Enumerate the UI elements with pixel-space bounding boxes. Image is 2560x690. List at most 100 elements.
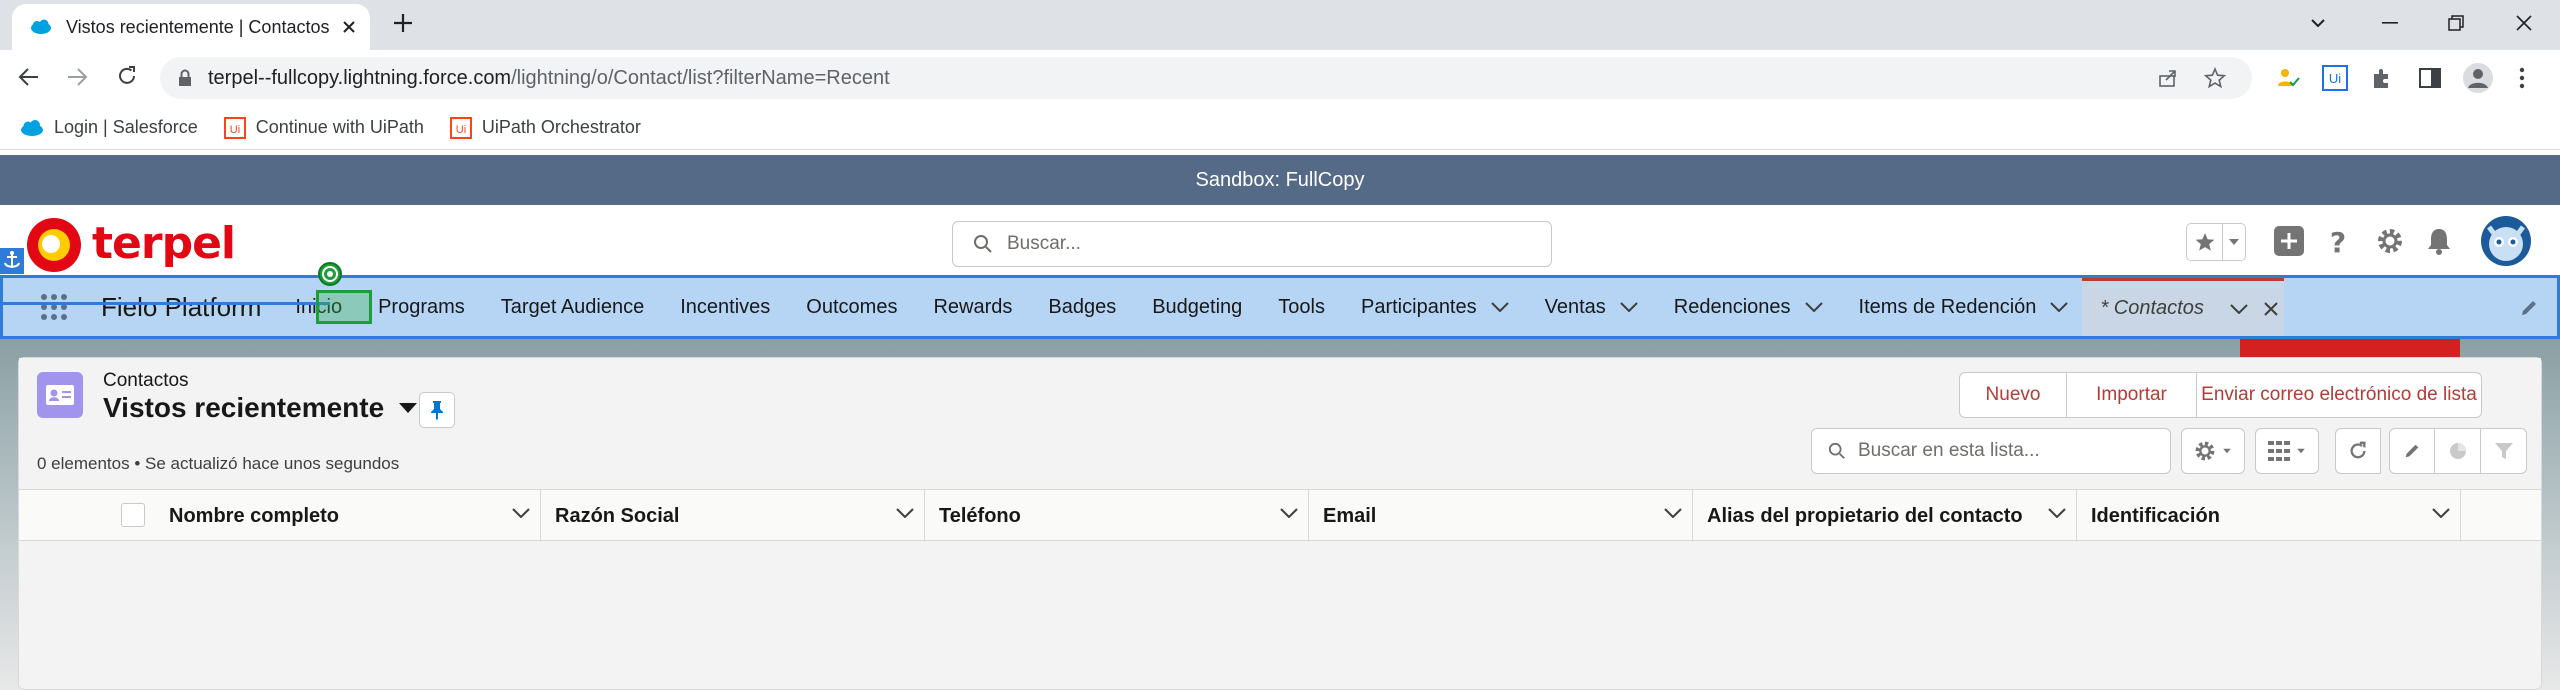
forward-arrow-icon[interactable] <box>66 66 88 88</box>
favorites-star-icon[interactable] <box>2187 224 2223 260</box>
profile-avatar-icon[interactable] <box>2462 62 2494 94</box>
list-view-name: Vistos recientemente <box>103 392 385 423</box>
column-header-razon-social[interactable]: Razón Social <box>541 490 925 542</box>
url-text: terpel--fullcopy.lightning.force.com/lig… <box>208 67 890 90</box>
chevron-down-icon[interactable] <box>2048 508 2066 518</box>
search-placeholder: Buscar... <box>1007 233 1081 254</box>
close-tab-icon[interactable] <box>342 20 356 34</box>
caret-down-icon[interactable] <box>398 402 418 414</box>
column-header-identificacion[interactable]: Identificación <box>2077 490 2461 542</box>
nav-item-label: Incentives <box>680 295 771 318</box>
column-header-nombre-completo[interactable]: Nombre completo <box>155 490 541 542</box>
chevron-down-icon[interactable] <box>896 508 914 518</box>
nav-item-items-de-redencion[interactable]: Items de Redención <box>1859 296 2069 319</box>
gear-icon <box>2194 440 2216 462</box>
nav-item-incentives[interactable]: Incentives <box>680 296 770 319</box>
new-tab-icon[interactable] <box>392 12 414 34</box>
filter-button[interactable] <box>2481 428 2527 474</box>
charts-button[interactable] <box>2435 428 2481 474</box>
table-icon <box>2268 441 2290 461</box>
import-button[interactable]: Importar <box>2067 372 2197 418</box>
logo-text: terpel <box>92 217 236 269</box>
inline-edit-button[interactable] <box>2389 428 2435 474</box>
display-as-button[interactable] <box>2255 428 2319 474</box>
nav-item-label: Outcomes <box>806 295 898 318</box>
list-search-input[interactable]: Buscar en esta lista... <box>1811 428 2171 474</box>
chevron-down-icon[interactable] <box>1280 508 1298 518</box>
app-launcher-icon[interactable] <box>39 292 69 322</box>
address-bar[interactable]: terpel--fullcopy.lightning.force.com/lig… <box>160 57 2252 99</box>
app-navigation-bar: Fielo Platform Inicio Programs Target Au… <box>0 275 2560 339</box>
help-icon[interactable]: ? <box>2328 226 2348 256</box>
favorites-button[interactable] <box>2186 223 2246 261</box>
salesforce-cloud-icon <box>20 119 44 136</box>
terpel-logo[interactable]: terpel <box>24 211 324 275</box>
tab-title: Vistos recientemente | Contactos <box>66 16 330 37</box>
column-header-telefono[interactable]: Teléfono <box>925 490 1309 542</box>
bookmark-continue-uipath[interactable]: Ui Continue with UiPath <box>223 116 424 139</box>
browser-tab[interactable]: Vistos recientemente | Contactos <box>12 4 370 50</box>
nav-item-programs[interactable]: Programs <box>378 296 465 319</box>
select-all-checkbox[interactable] <box>121 503 145 527</box>
chevron-down-icon[interactable] <box>1620 302 1638 312</box>
tab-search-chevron-icon[interactable] <box>2300 8 2336 38</box>
global-actions-add-icon[interactable] <box>2274 226 2304 256</box>
bookmark-label: Login | Salesforce <box>54 117 198 137</box>
chevron-down-icon[interactable] <box>512 508 530 518</box>
sandbox-label: Sandbox: FullCopy <box>1195 168 1365 191</box>
chevron-down-icon[interactable] <box>1490 302 1509 312</box>
chevron-down-icon[interactable] <box>1804 302 1823 312</box>
bookmark-uipath-orchestrator[interactable]: Ui UiPath Orchestrator <box>449 116 641 139</box>
column-header-alias-propietario[interactable]: Alias del propietario del contacto <box>1693 490 2077 542</box>
filter-funnel-icon <box>2494 441 2514 461</box>
close-window-icon[interactable] <box>2506 8 2542 38</box>
tab-contactos-active[interactable]: * Contactos <box>2082 278 2285 336</box>
svg-text:?: ? <box>2330 226 2346 256</box>
chevron-down-icon[interactable] <box>2432 508 2450 518</box>
import-button-label: Importar <box>2096 384 2167 405</box>
nav-item-badges[interactable]: Badges <box>1048 296 1116 319</box>
browser-menu-icon[interactable] <box>2518 66 2526 90</box>
list-settings-button[interactable] <box>2181 428 2245 474</box>
pencil-icon <box>2403 442 2421 460</box>
nav-item-participantes[interactable]: Participantes <box>1361 296 1509 319</box>
setup-gear-icon[interactable] <box>2376 227 2404 255</box>
uipath-extension-icon[interactable]: Ui <box>2322 65 2348 91</box>
side-panel-icon[interactable] <box>2418 66 2442 90</box>
send-list-email-button[interactable]: Enviar correo electrónico de lista <box>2197 372 2482 418</box>
nav-item-label: Programs <box>378 295 465 318</box>
pin-list-button[interactable] <box>419 392 455 428</box>
restore-icon[interactable] <box>2438 8 2474 38</box>
close-tab-icon[interactable] <box>2264 301 2278 316</box>
list-view-selector[interactable]: Vistos recientemente <box>103 392 418 424</box>
target-icon <box>318 262 342 286</box>
chevron-down-icon[interactable] <box>2050 302 2069 312</box>
nav-item-budgeting[interactable]: Budgeting <box>1152 296 1242 319</box>
bookmark-star-icon[interactable] <box>2204 67 2226 89</box>
extension-person-check-icon[interactable] <box>2276 66 2300 90</box>
share-icon[interactable] <box>2158 68 2178 88</box>
nav-item-label: Tools <box>1278 295 1325 318</box>
nav-item-target-audience[interactable]: Target Audience <box>501 296 644 319</box>
new-button[interactable]: Nuevo <box>1959 372 2067 418</box>
user-avatar[interactable] <box>2480 215 2532 267</box>
chevron-down-icon[interactable] <box>2230 303 2248 314</box>
favorites-dropdown-icon[interactable] <box>2223 224 2245 260</box>
back-arrow-icon[interactable] <box>18 66 40 88</box>
bookmark-login-salesforce[interactable]: Login | Salesforce <box>20 117 198 138</box>
nav-item-ventas[interactable]: Ventas <box>1545 296 1638 319</box>
extensions-puzzle-icon[interactable] <box>2370 66 2394 90</box>
edit-nav-pencil-icon[interactable] <box>2519 298 2539 318</box>
nav-item-label: Budgeting <box>1152 295 1243 318</box>
reload-icon[interactable] <box>116 65 138 87</box>
nav-item-redenciones[interactable]: Redenciones <box>1674 296 1823 319</box>
nav-item-rewards[interactable]: Rewards <box>933 296 1012 319</box>
column-header-email[interactable]: Email <box>1309 490 1693 542</box>
global-search[interactable]: Buscar... <box>952 221 1552 267</box>
minimize-icon[interactable] <box>2372 8 2408 38</box>
nav-item-tools[interactable]: Tools <box>1278 296 1325 319</box>
nav-item-outcomes[interactable]: Outcomes <box>806 296 897 319</box>
notifications-bell-icon[interactable] <box>2426 227 2452 255</box>
refresh-button[interactable] <box>2335 428 2381 474</box>
chevron-down-icon[interactable] <box>1664 508 1682 518</box>
